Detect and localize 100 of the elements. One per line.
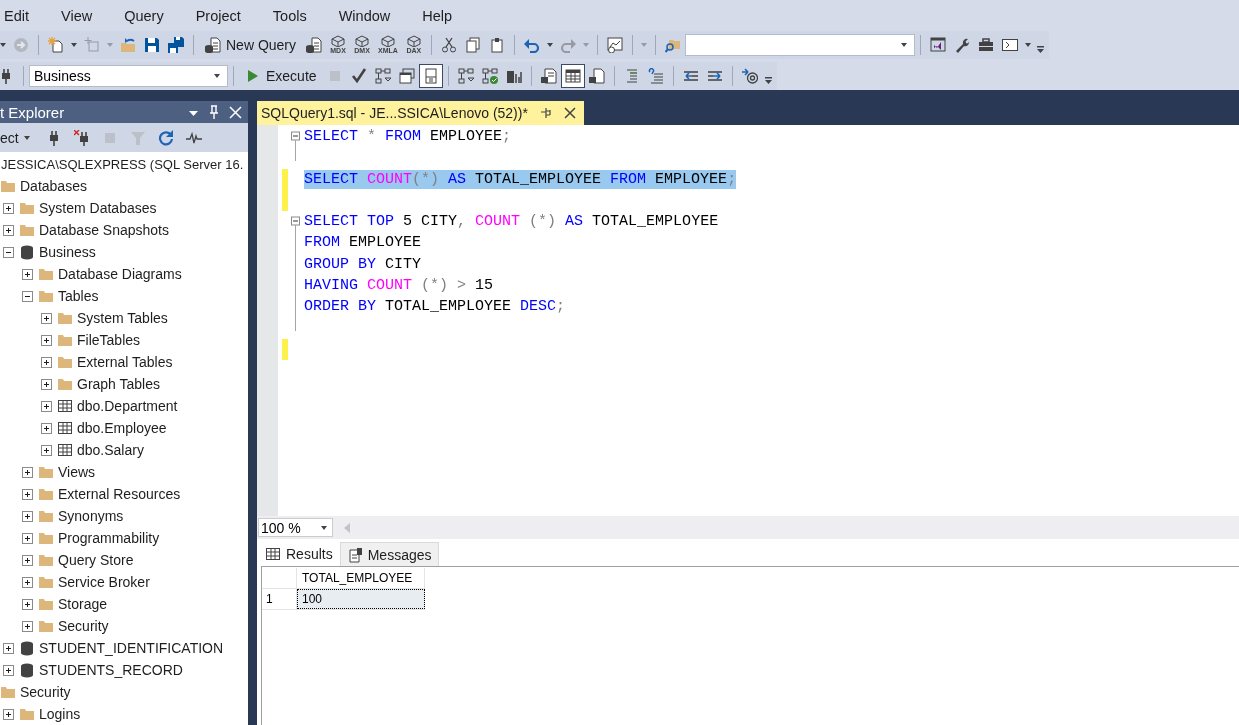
outdent-icon bbox=[682, 68, 699, 84]
toolbar-button[interactable] bbox=[560, 64, 585, 88]
collapse-toggle-icon[interactable] bbox=[22, 290, 33, 302]
menu-item[interactable]: Query bbox=[124, 7, 174, 24]
save-icon bbox=[144, 37, 160, 53]
expand-toggle-icon[interactable] bbox=[22, 576, 33, 588]
grid-results-icon bbox=[564, 68, 581, 84]
expand-toggle-icon[interactable] bbox=[22, 620, 33, 632]
tree-item[interactable]: Storage bbox=[58, 596, 108, 612]
tree-item[interactable]: Databases bbox=[20, 178, 87, 194]
caret-icon bbox=[70, 42, 78, 48]
menu-item[interactable]: Edit bbox=[4, 7, 39, 24]
zoom-combobox[interactable]: 100 % bbox=[258, 518, 333, 537]
query-document-icon bbox=[306, 37, 323, 53]
toolbox-icon bbox=[977, 37, 994, 53]
menu-item[interactable]: View bbox=[61, 7, 103, 24]
expand-toggle-icon[interactable] bbox=[3, 202, 14, 214]
expand-toggle-icon[interactable] bbox=[41, 312, 52, 324]
tree-item[interactable]: Service Broker bbox=[58, 574, 150, 590]
folder-icon bbox=[57, 332, 73, 348]
terminal-icon bbox=[1001, 37, 1018, 53]
folder-icon bbox=[38, 618, 54, 634]
tree-item[interactable]: System Databases bbox=[39, 200, 157, 216]
expand-toggle-icon[interactable] bbox=[3, 224, 14, 236]
new-query-button[interactable]: New Query bbox=[199, 33, 303, 57]
tree-item[interactable]: Synonyms bbox=[58, 508, 124, 524]
menu-item[interactable]: Window bbox=[338, 7, 401, 24]
expand-toggle-icon[interactable] bbox=[22, 598, 33, 610]
database-combobox[interactable]: Business bbox=[29, 65, 228, 87]
tree-item[interactable]: Views bbox=[58, 464, 96, 480]
code-line: ORDER BY TOTAL_EMPLOYEE DESC; bbox=[304, 297, 566, 317]
code-line: FROM EMPLOYEE bbox=[304, 233, 422, 253]
expand-toggle-icon[interactable] bbox=[41, 422, 52, 434]
expand-toggle-icon[interactable] bbox=[22, 488, 33, 500]
expand-toggle-icon[interactable] bbox=[22, 466, 33, 478]
column-header: TOTAL_EMPLOYEE bbox=[297, 568, 425, 588]
tree-item[interactable]: FileTables bbox=[77, 332, 141, 348]
menu-item[interactable]: Tools bbox=[272, 7, 317, 24]
tree-item[interactable]: Security bbox=[20, 684, 71, 700]
tree-item[interactable]: Database Snapshots bbox=[39, 222, 169, 238]
folder-icon bbox=[38, 508, 54, 524]
tree-item[interactable]: Programmability bbox=[58, 530, 160, 546]
tree-item[interactable]: Tables bbox=[58, 288, 99, 304]
expand-toggle-icon[interactable] bbox=[3, 708, 14, 720]
menu-item[interactable]: Help bbox=[422, 7, 463, 24]
tree-item[interactable]: External Resources bbox=[58, 486, 181, 502]
expand-toggle-icon[interactable] bbox=[22, 510, 33, 522]
table-cell[interactable]: 100 bbox=[297, 589, 425, 609]
tree-item[interactable]: System Tables bbox=[77, 310, 168, 326]
code-line: GROUP BY CITY bbox=[304, 254, 422, 274]
caret-icon bbox=[639, 42, 648, 48]
statistics-icon bbox=[505, 68, 522, 84]
execute-button[interactable]: Execute bbox=[239, 64, 323, 88]
grid-icon bbox=[265, 545, 281, 562]
expand-toggle-icon[interactable] bbox=[22, 268, 33, 280]
expand-toggle-icon[interactable] bbox=[22, 554, 33, 566]
messages-icon bbox=[346, 546, 363, 563]
expand-toggle-icon[interactable] bbox=[41, 444, 52, 456]
expand-toggle-icon[interactable] bbox=[3, 642, 14, 654]
redo-arrow-icon bbox=[559, 37, 576, 53]
plan-diagram-icon bbox=[481, 68, 498, 84]
scissors-icon bbox=[440, 37, 457, 53]
folder-icon bbox=[38, 596, 54, 612]
pin-icon bbox=[208, 105, 220, 120]
collapse-toggle-icon[interactable] bbox=[3, 246, 14, 258]
folder-icon bbox=[38, 574, 54, 590]
folder-icon bbox=[19, 222, 35, 238]
tree-item[interactable]: dbo.Employee bbox=[77, 420, 167, 436]
tree-item[interactable]: Query Store bbox=[58, 552, 134, 568]
toolbar-button[interactable] bbox=[418, 64, 443, 88]
expand-toggle-icon[interactable] bbox=[41, 378, 52, 390]
tree-item[interactable]: JESSICA\SQLEXPRESS (SQL Server 16. bbox=[1, 156, 244, 172]
expand-toggle-icon[interactable] bbox=[41, 356, 52, 368]
menu-item[interactable]: Project bbox=[195, 7, 251, 24]
tree-item[interactable]: Business bbox=[39, 244, 96, 260]
connect-button[interactable]: ect bbox=[0, 125, 38, 150]
caret-icon bbox=[213, 73, 221, 79]
indent-icon bbox=[706, 68, 723, 84]
tree-item[interactable]: STUDENTS_RECORD bbox=[39, 662, 183, 678]
tree-item[interactable]: dbo.Department bbox=[77, 398, 178, 414]
caret-icon bbox=[1023, 42, 1032, 48]
tree-item[interactable]: STUDENT_IDENTIFICATION bbox=[39, 640, 224, 656]
cube-icon bbox=[405, 35, 422, 47]
tree-item[interactable]: Graph Tables bbox=[77, 376, 160, 392]
undo-arrow-icon bbox=[523, 37, 540, 53]
expand-toggle-icon[interactable] bbox=[41, 400, 52, 412]
tree-item[interactable]: External Tables bbox=[77, 354, 173, 370]
tree-item[interactable]: dbo.Salary bbox=[77, 442, 144, 458]
tree-item[interactable]: Database Diagrams bbox=[58, 266, 182, 282]
tree-item[interactable]: Logins bbox=[39, 706, 81, 722]
tree-item[interactable]: Security bbox=[58, 618, 109, 634]
folder-icon bbox=[19, 706, 35, 722]
results-tab[interactable]: Messages bbox=[339, 542, 439, 566]
folder-icon bbox=[38, 486, 54, 502]
checkmark-icon bbox=[350, 68, 367, 84]
expand-toggle-icon[interactable] bbox=[41, 334, 52, 346]
document-tab[interactable]: SQLQuery1.sql - JE...SSICA\Lenovo (52))* bbox=[257, 101, 584, 125]
expand-toggle-icon[interactable] bbox=[22, 532, 33, 544]
folder-icon bbox=[38, 552, 54, 568]
expand-toggle-icon[interactable] bbox=[3, 664, 14, 676]
